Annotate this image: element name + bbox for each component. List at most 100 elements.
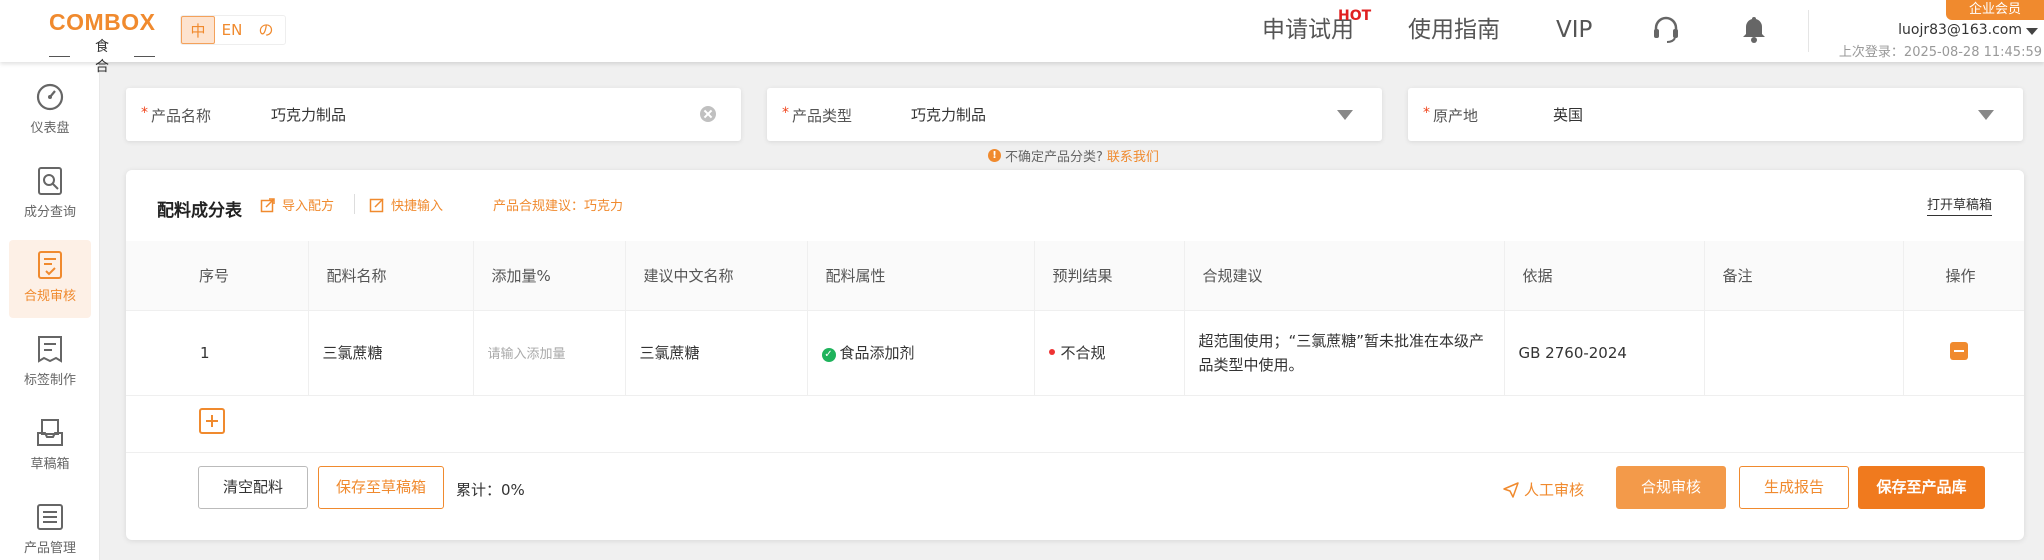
- row-cn-name: 三氯蔗糖: [625, 310, 808, 396]
- sidebar-label: 仪表盘: [30, 121, 70, 136]
- quick-input-button[interactable]: 快捷输入: [369, 195, 443, 214]
- sidebar-label: 合规审核: [23, 289, 76, 304]
- compliance-suggestion: 产品合规建议：巧克力: [493, 199, 624, 214]
- sidebar-label: 标签制作: [23, 373, 76, 388]
- headset-icon[interactable]: [1649, 12, 1683, 46]
- drafts-icon: [37, 419, 63, 446]
- table-header-row: 序号 配料名称 添加量% 建议中文名称 配料属性 预判结果 合规建议 依据 备注…: [126, 241, 2024, 311]
- col-header-advice: 合规建议: [1184, 241, 1505, 311]
- logo[interactable]: COMBOX 食合: [49, 8, 156, 75]
- manual-review-label: 人工审核: [1524, 481, 1585, 499]
- check-circle-icon: ✓: [821, 348, 836, 362]
- chevron-down-icon[interactable]: [1337, 110, 1353, 120]
- compliance-review-button[interactable]: 合规审核: [1616, 466, 1726, 509]
- last-login-time: 上次登录：2025-08-28 11:45:59: [1838, 45, 2042, 60]
- logo-subtitle: 食合: [95, 39, 119, 75]
- product-name-input[interactable]: 巧克力制品: [271, 104, 346, 125]
- product-name-label: 产品名称: [151, 107, 212, 125]
- product-name-field[interactable]: * 产品名称 巧克力制品: [126, 88, 741, 141]
- col-header-basis: 依据: [1504, 241, 1705, 311]
- ingredient-search-icon: [38, 167, 62, 195]
- row-ingredient-name[interactable]: 三氯蔗糖: [308, 310, 474, 396]
- row-remark[interactable]: [1704, 310, 1904, 396]
- sidebar-label: 草稿箱: [30, 457, 70, 472]
- nav-vip[interactable]: VIP: [1556, 14, 1592, 46]
- sidebar: 仪表盘 成分查询 合规审核 标签制作 草稿箱 产品管理: [0, 62, 100, 560]
- row-index: 1: [126, 310, 309, 396]
- remove-row-button[interactable]: [1949, 341, 1968, 360]
- nav-user-guide[interactable]: 使用指南: [1408, 14, 1500, 46]
- info-icon: !: [988, 149, 1001, 162]
- col-header-cn-name: 建议中文名称: [625, 241, 808, 311]
- sidebar-item-label-make[interactable]: 标签制作: [9, 324, 91, 402]
- import-icon: [260, 197, 275, 212]
- manual-review-button[interactable]: 人工审核: [1502, 479, 1584, 500]
- generate-report-button[interactable]: 生成报告: [1739, 466, 1849, 509]
- bell-icon[interactable]: [1737, 12, 1771, 46]
- ingredient-card: 配料成分表 导入配方 快捷输入 产品合规建议：巧克力 打开草稿箱 序号 配料名称…: [126, 170, 2024, 540]
- chevron-down-icon[interactable]: [1978, 110, 1994, 120]
- card-title: 配料成分表: [157, 201, 242, 221]
- row-amount-input[interactable]: 请输入添加量: [473, 310, 626, 396]
- add-row-area: [126, 395, 2024, 453]
- origin-field[interactable]: * 原产地 英国: [1408, 88, 2023, 141]
- col-header-index: 序号: [126, 241, 309, 311]
- row-basis: GB 2760-2024: [1504, 310, 1705, 396]
- status-dot-icon: [1048, 349, 1055, 355]
- user-email[interactable]: luojr83@163.com: [1898, 22, 2022, 38]
- col-header-amount: 添加量%: [473, 241, 626, 311]
- header-divider: [1808, 10, 1809, 52]
- origin-select[interactable]: 英国: [1553, 104, 1583, 125]
- lang-en-button[interactable]: EN: [215, 16, 249, 44]
- contact-us-link[interactable]: 联系我们: [1107, 146, 1159, 165]
- clear-icon[interactable]: [700, 106, 716, 122]
- sidebar-item-product-manage[interactable]: 产品管理: [9, 492, 91, 560]
- category-hint: ! 不确定产品分类? 联系我们: [988, 146, 1159, 165]
- send-icon: [1503, 481, 1519, 498]
- product-type-field[interactable]: * 产品类型 巧克力制品: [767, 88, 1382, 141]
- col-header-name: 配料名称: [308, 241, 474, 311]
- add-row-button[interactable]: [199, 408, 225, 434]
- product-manage-icon: [37, 504, 63, 530]
- amount-placeholder: 请输入添加量: [487, 347, 566, 362]
- product-type-label: 产品类型: [792, 107, 853, 125]
- sidebar-label: 成分查询: [23, 205, 76, 220]
- logo-text: COMBOX: [49, 9, 156, 35]
- sidebar-item-ingredient-search[interactable]: 成分查询: [9, 156, 91, 234]
- edit-icon: [369, 197, 384, 212]
- compliance-check-icon: [38, 251, 62, 279]
- save-to-product-library-button[interactable]: 保存至产品库: [1858, 466, 1985, 509]
- clear-ingredients-button[interactable]: 清空配料: [198, 466, 308, 509]
- ingredient-table: 序号 配料名称 添加量% 建议中文名称 配料属性 预判结果 合规建议 依据 备注…: [126, 241, 2024, 396]
- attribute-text: 食品添加剂: [839, 344, 915, 362]
- hint-text: 不确定产品分类?: [1005, 150, 1103, 165]
- open-drafts-link[interactable]: 打开草稿箱: [1926, 194, 1992, 216]
- sidebar-item-compliance-check[interactable]: 合规审核: [9, 240, 91, 318]
- lang-ja-button[interactable]: の: [249, 16, 283, 44]
- product-type-select[interactable]: 巧克力制品: [911, 104, 986, 125]
- lang-zh-button[interactable]: 中: [181, 16, 215, 44]
- top-header: COMBOX 食合 中 EN の 申请试用 HOT 使用指南 VIP 企业会员 …: [0, 0, 2044, 75]
- row-action: [1903, 310, 2024, 396]
- col-header-remark: 备注: [1704, 241, 1904, 311]
- save-to-drafts-button[interactable]: 保存至草稿箱: [318, 466, 444, 509]
- row-result: 不合规: [1034, 310, 1185, 396]
- import-recipe-label: 导入配方: [282, 199, 335, 214]
- sidebar-item-drafts[interactable]: 草稿箱: [9, 408, 91, 486]
- language-switch: 中 EN の: [180, 15, 286, 45]
- total-percent: 累计：0%: [456, 481, 525, 499]
- hot-badge: HOT: [1338, 8, 1372, 24]
- col-header-result: 预判结果: [1034, 241, 1185, 311]
- origin-label: 原产地: [1433, 107, 1479, 125]
- label-make-icon: [38, 336, 62, 363]
- user-menu-caret-icon[interactable]: [2026, 28, 2038, 35]
- sidebar-item-dashboard[interactable]: 仪表盘: [9, 72, 91, 150]
- quick-input-label: 快捷输入: [391, 199, 444, 214]
- col-header-attribute: 配料属性: [807, 241, 1035, 311]
- sidebar-label: 产品管理: [23, 541, 76, 556]
- dashboard-icon: [36, 83, 64, 111]
- import-recipe-button[interactable]: 导入配方: [260, 195, 334, 214]
- table-row: 1 三氯蔗糖 请输入添加量 三氯蔗糖 ✓ 食品添加剂 不合规 超范围使用；“三氯蔗…: [126, 310, 2024, 396]
- row-attribute: ✓ 食品添加剂: [807, 310, 1035, 396]
- row-advice: 超范围使用；“三氯蔗糖”暂未批准在本级产品类型中使用。: [1184, 310, 1505, 396]
